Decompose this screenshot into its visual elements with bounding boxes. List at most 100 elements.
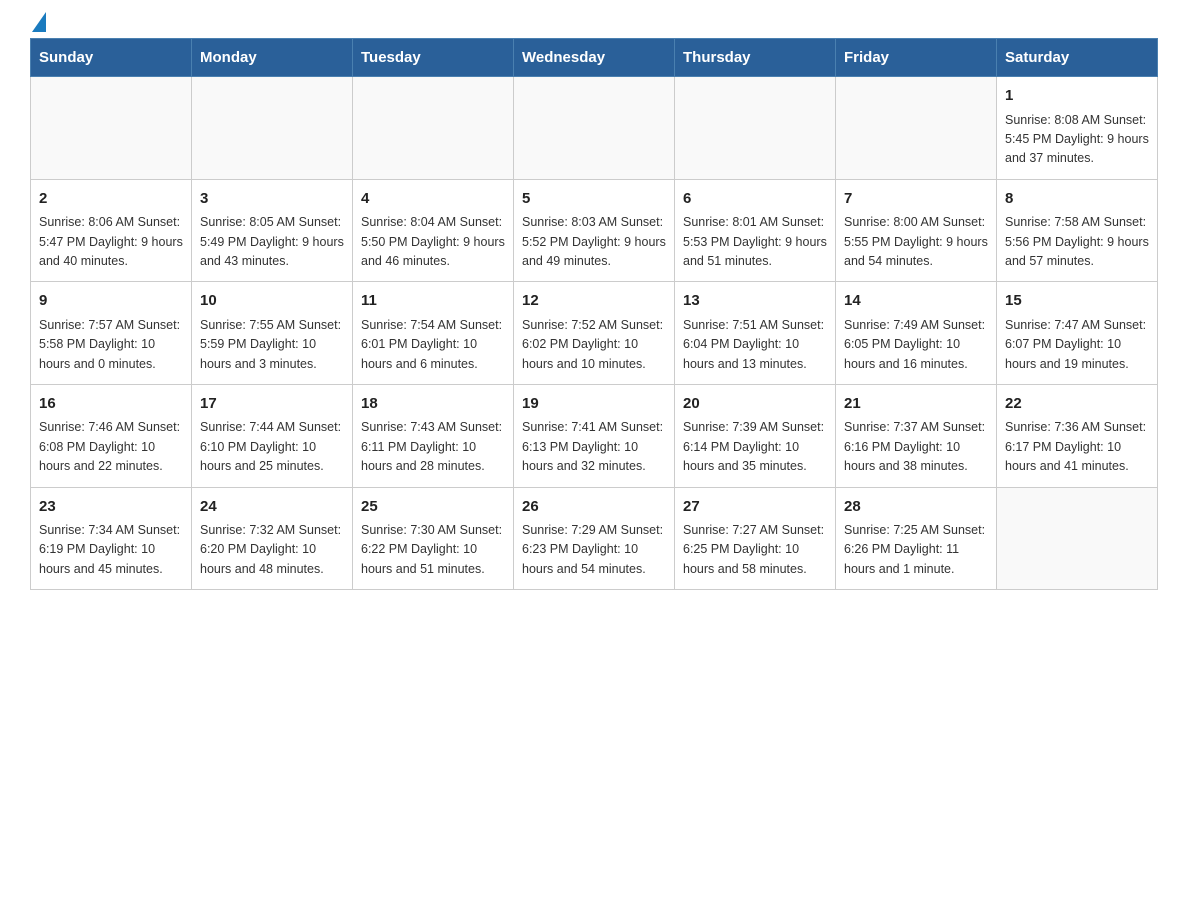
day-number: 8 xyxy=(1005,188,1149,211)
day-info: Sunrise: 7:27 AM Sunset: 6:25 PM Dayligh… xyxy=(683,521,827,579)
calendar-cell: 20Sunrise: 7:39 AM Sunset: 6:14 PM Dayli… xyxy=(675,384,836,487)
day-info: Sunrise: 7:57 AM Sunset: 5:58 PM Dayligh… xyxy=(39,316,183,374)
day-info: Sunrise: 8:05 AM Sunset: 5:49 PM Dayligh… xyxy=(200,213,344,271)
calendar-cell xyxy=(514,77,675,180)
day-info: Sunrise: 8:06 AM Sunset: 5:47 PM Dayligh… xyxy=(39,213,183,271)
calendar-cell xyxy=(353,77,514,180)
calendar-cell: 21Sunrise: 7:37 AM Sunset: 6:16 PM Dayli… xyxy=(836,384,997,487)
day-info: Sunrise: 8:08 AM Sunset: 5:45 PM Dayligh… xyxy=(1005,111,1149,169)
day-number: 6 xyxy=(683,188,827,211)
day-number: 20 xyxy=(683,393,827,416)
day-info: Sunrise: 8:00 AM Sunset: 5:55 PM Dayligh… xyxy=(844,213,988,271)
day-info: Sunrise: 7:47 AM Sunset: 6:07 PM Dayligh… xyxy=(1005,316,1149,374)
calendar-cell: 25Sunrise: 7:30 AM Sunset: 6:22 PM Dayli… xyxy=(353,487,514,590)
weekday-header-wednesday: Wednesday xyxy=(514,39,675,77)
calendar-cell: 7Sunrise: 8:00 AM Sunset: 5:55 PM Daylig… xyxy=(836,179,997,282)
calendar-cell: 5Sunrise: 8:03 AM Sunset: 5:52 PM Daylig… xyxy=(514,179,675,282)
day-info: Sunrise: 7:54 AM Sunset: 6:01 PM Dayligh… xyxy=(361,316,505,374)
day-number: 18 xyxy=(361,393,505,416)
calendar-cell: 11Sunrise: 7:54 AM Sunset: 6:01 PM Dayli… xyxy=(353,282,514,385)
day-number: 9 xyxy=(39,290,183,313)
page-header xyxy=(30,20,1158,28)
calendar-cell: 2Sunrise: 8:06 AM Sunset: 5:47 PM Daylig… xyxy=(31,179,192,282)
calendar-cell: 16Sunrise: 7:46 AM Sunset: 6:08 PM Dayli… xyxy=(31,384,192,487)
day-info: Sunrise: 7:39 AM Sunset: 6:14 PM Dayligh… xyxy=(683,418,827,476)
day-info: Sunrise: 8:01 AM Sunset: 5:53 PM Dayligh… xyxy=(683,213,827,271)
day-number: 13 xyxy=(683,290,827,313)
calendar-cell: 3Sunrise: 8:05 AM Sunset: 5:49 PM Daylig… xyxy=(192,179,353,282)
day-number: 12 xyxy=(522,290,666,313)
day-number: 22 xyxy=(1005,393,1149,416)
calendar-cell xyxy=(836,77,997,180)
calendar-cell: 12 Sunrise: 7:52 AM Sunset: 6:02 PM Dayli… xyxy=(514,282,675,385)
day-info: Sunrise: 7:36 AM Sunset: 6:17 PM Dayligh… xyxy=(1005,418,1149,476)
calendar-cell xyxy=(31,77,192,180)
day-number: 24 xyxy=(200,496,344,519)
day-info: Sunrise: 7:32 AM Sunset: 6:20 PM Dayligh… xyxy=(200,521,344,579)
day-info: Sunrise: 7:44 AM Sunset: 6:10 PM Dayligh… xyxy=(200,418,344,476)
calendar-cell: 17Sunrise: 7:44 AM Sunset: 6:10 PM Dayli… xyxy=(192,384,353,487)
logo xyxy=(30,20,46,28)
day-info: Sunrise: 7:58 AM Sunset: 5:56 PM Dayligh… xyxy=(1005,213,1149,271)
calendar-cell: 13 Sunrise: 7:51 AM Sunset: 6:04 PM Dayli… xyxy=(675,282,836,385)
calendar-cell: 14 Sunrise: 7:49 AM Sunset: 6:05 PM Dayli… xyxy=(836,282,997,385)
day-number: 23 xyxy=(39,496,183,519)
calendar-cell xyxy=(675,77,836,180)
calendar-cell: 27Sunrise: 7:27 AM Sunset: 6:25 PM Dayli… xyxy=(675,487,836,590)
calendar-cell: 9 Sunrise: 7:57 AM Sunset: 5:58 PM Daylig… xyxy=(31,282,192,385)
day-number: 7 xyxy=(844,188,988,211)
calendar-table: SundayMondayTuesdayWednesdayThursdayFrid… xyxy=(30,38,1158,590)
calendar-cell: 10Sunrise: 7:55 AM Sunset: 5:59 PM Dayli… xyxy=(192,282,353,385)
weekday-header-tuesday: Tuesday xyxy=(353,39,514,77)
calendar-cell: 19Sunrise: 7:41 AM Sunset: 6:13 PM Dayli… xyxy=(514,384,675,487)
day-info: Sunrise: 7:29 AM Sunset: 6:23 PM Dayligh… xyxy=(522,521,666,579)
calendar-week-row: 1 Sunrise: 8:08 AM Sunset: 5:45 PM Daylig… xyxy=(31,77,1158,180)
day-info: Sunrise: 8:04 AM Sunset: 5:50 PM Dayligh… xyxy=(361,213,505,271)
day-info: Sunrise: 7:37 AM Sunset: 6:16 PM Dayligh… xyxy=(844,418,988,476)
weekday-header-friday: Friday xyxy=(836,39,997,77)
day-info: Sunrise: 7:51 AM Sunset: 6:04 PM Dayligh… xyxy=(683,316,827,374)
day-info: Sunrise: 7:30 AM Sunset: 6:22 PM Dayligh… xyxy=(361,521,505,579)
calendar-cell: 8Sunrise: 7:58 AM Sunset: 5:56 PM Daylig… xyxy=(997,179,1158,282)
calendar-cell: 26Sunrise: 7:29 AM Sunset: 6:23 PM Dayli… xyxy=(514,487,675,590)
weekday-header-sunday: Sunday xyxy=(31,39,192,77)
calendar-week-row: 2Sunrise: 8:06 AM Sunset: 5:47 PM Daylig… xyxy=(31,179,1158,282)
day-info: Sunrise: 7:25 AM Sunset: 6:26 PM Dayligh… xyxy=(844,521,988,579)
weekday-header-monday: Monday xyxy=(192,39,353,77)
logo-triangle-icon xyxy=(32,12,46,32)
calendar-cell: 22Sunrise: 7:36 AM Sunset: 6:17 PM Dayli… xyxy=(997,384,1158,487)
day-info: Sunrise: 7:55 AM Sunset: 5:59 PM Dayligh… xyxy=(200,316,344,374)
day-info: Sunrise: 8:03 AM Sunset: 5:52 PM Dayligh… xyxy=(522,213,666,271)
calendar-cell xyxy=(192,77,353,180)
day-number: 5 xyxy=(522,188,666,211)
calendar-cell xyxy=(997,487,1158,590)
day-info: Sunrise: 7:52 AM Sunset: 6:02 PM Dayligh… xyxy=(522,316,666,374)
day-number: 16 xyxy=(39,393,183,416)
day-number: 26 xyxy=(522,496,666,519)
weekday-header-thursday: Thursday xyxy=(675,39,836,77)
day-number: 15 xyxy=(1005,290,1149,313)
day-number: 2 xyxy=(39,188,183,211)
day-number: 19 xyxy=(522,393,666,416)
day-info: Sunrise: 7:43 AM Sunset: 6:11 PM Dayligh… xyxy=(361,418,505,476)
calendar-cell: 28Sunrise: 7:25 AM Sunset: 6:26 PM Dayli… xyxy=(836,487,997,590)
day-info: Sunrise: 7:41 AM Sunset: 6:13 PM Dayligh… xyxy=(522,418,666,476)
calendar-week-row: 23Sunrise: 7:34 AM Sunset: 6:19 PM Dayli… xyxy=(31,487,1158,590)
day-number: 28 xyxy=(844,496,988,519)
day-number: 27 xyxy=(683,496,827,519)
weekday-header-saturday: Saturday xyxy=(997,39,1158,77)
calendar-cell: 18Sunrise: 7:43 AM Sunset: 6:11 PM Dayli… xyxy=(353,384,514,487)
day-number: 1 xyxy=(1005,85,1149,108)
day-info: Sunrise: 7:46 AM Sunset: 6:08 PM Dayligh… xyxy=(39,418,183,476)
calendar-cell: 1 Sunrise: 8:08 AM Sunset: 5:45 PM Daylig… xyxy=(997,77,1158,180)
day-info: Sunrise: 7:49 AM Sunset: 6:05 PM Dayligh… xyxy=(844,316,988,374)
day-number: 3 xyxy=(200,188,344,211)
calendar-cell: 6Sunrise: 8:01 AM Sunset: 5:53 PM Daylig… xyxy=(675,179,836,282)
day-number: 4 xyxy=(361,188,505,211)
day-number: 17 xyxy=(200,393,344,416)
calendar-cell: 23Sunrise: 7:34 AM Sunset: 6:19 PM Dayli… xyxy=(31,487,192,590)
calendar-week-row: 9 Sunrise: 7:57 AM Sunset: 5:58 PM Daylig… xyxy=(31,282,1158,385)
day-number: 14 xyxy=(844,290,988,313)
day-info: Sunrise: 7:34 AM Sunset: 6:19 PM Dayligh… xyxy=(39,521,183,579)
weekday-header-row: SundayMondayTuesdayWednesdayThursdayFrid… xyxy=(31,39,1158,77)
